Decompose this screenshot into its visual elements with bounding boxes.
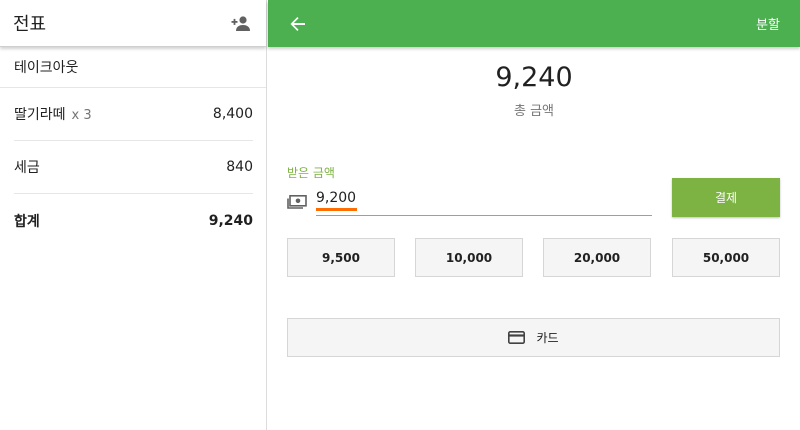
quick-amount-button[interactable]: 9,500 (287, 238, 395, 277)
order-type[interactable]: 테이크아웃 (0, 47, 266, 88)
ticket-items: 딸기라떼 x 3 8,400 세금 840 합계 9,240 (0, 88, 266, 247)
payment-toolbar: 분할 (268, 0, 800, 47)
total-amount: 9,240 (495, 62, 573, 93)
split-button[interactable]: 분할 (756, 14, 780, 33)
total-label: 합계 (14, 213, 40, 230)
item-name: 딸기라떼 (14, 107, 66, 123)
pay-button[interactable]: 결제 (672, 178, 780, 217)
ticket-total-row: 합계 9,240 (14, 194, 253, 247)
ticket-panel: 전표 테이크아웃 딸기라떼 x 3 8,400 세금 840 합계 9,240 (0, 0, 267, 430)
received-amount-label: 받은 금액 (287, 166, 335, 180)
quick-amount-button[interactable]: 50,000 (672, 238, 780, 277)
item-price: 8,400 (212, 106, 253, 122)
ticket-item-row[interactable]: 딸기라떼 x 3 8,400 (14, 88, 253, 141)
quick-amount-button[interactable]: 20,000 (543, 238, 651, 277)
credit-card-icon (508, 331, 526, 344)
item-qty: x 3 (71, 108, 92, 123)
tax-value: 840 (226, 159, 253, 175)
input-cursor-underline (316, 208, 357, 211)
tax-label: 세금 (14, 160, 40, 176)
cash-icon (287, 194, 307, 209)
received-amount-input[interactable] (316, 186, 652, 216)
total-amount-label: 총 금액 (513, 104, 554, 119)
total-value: 9,240 (208, 212, 253, 229)
arrow-back-icon[interactable] (290, 16, 306, 32)
add-person-icon[interactable] (230, 14, 252, 32)
item-name-wrap: 딸기라떼 x 3 (14, 104, 92, 124)
ticket-header: 전표 (0, 0, 266, 47)
payment-panel: 분할 9,240 총 금액 받은 금액 결제 9,500 10,000 20,0… (268, 0, 800, 430)
quick-amount-button[interactable]: 10,000 (415, 238, 523, 277)
card-payment-button[interactable]: 카드 (287, 318, 780, 357)
card-payment-label: 카드 (536, 331, 559, 345)
ticket-title: 전표 (13, 14, 47, 35)
ticket-tax-row: 세금 840 (14, 141, 253, 194)
